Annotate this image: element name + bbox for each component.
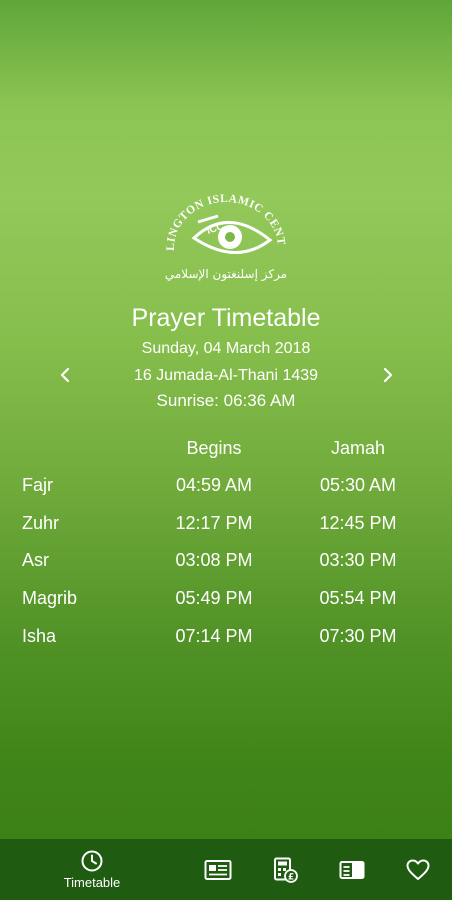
prayer-timetable-screen: ISLINGTON ISLAMIC CENTRE ICC مركز إسلنغت… <box>0 0 452 900</box>
prayer-name: Magrib <box>22 588 78 609</box>
jamah-time: 05:54 PM <box>319 588 397 609</box>
tab-news[interactable] <box>198 839 238 900</box>
page-title: Prayer Timetable <box>131 304 321 332</box>
next-day-button[interactable] <box>376 363 400 387</box>
table-row: Zuhr 12:17 PM 12:45 PM <box>0 513 452 551</box>
tab-calculator[interactable]: £ <box>265 839 305 900</box>
table-row: Fajr 04:59 AM 05:30 AM <box>0 475 452 513</box>
prayer-name: Isha <box>22 625 57 646</box>
jamah-time: 12:45 PM <box>319 512 397 533</box>
heart-icon <box>406 859 430 880</box>
table-row: Magrib 05:49 PM 05:54 PM <box>0 588 452 626</box>
bottom-navigation: Timetable £ <box>0 839 452 900</box>
prayer-name: Asr <box>22 550 49 571</box>
prayer-name: Zuhr <box>22 512 60 533</box>
tab-favourites[interactable] <box>398 839 438 900</box>
begins-time: 04:59 AM <box>175 475 253 495</box>
svg-text:مركز إسلنغتون الإسلامي: مركز إسلنغتون الإسلامي <box>165 267 287 282</box>
tab-timetable-label: Timetable <box>63 875 121 890</box>
jamah-time: 03:30 PM <box>319 550 397 571</box>
column-header-jamah: Jamah <box>330 438 386 458</box>
begins-time: 03:08 PM <box>175 550 253 571</box>
jamah-time: 05:30 AM <box>319 475 397 495</box>
clock-icon <box>81 850 103 872</box>
prayer-times-table: Fajr 04:59 AM 05:30 AM Zuhr 12:17 PM 12:… <box>0 475 452 663</box>
book-icon <box>339 860 365 879</box>
tab-book[interactable] <box>332 839 372 900</box>
begins-time: 05:49 PM <box>175 588 253 609</box>
calculator-icon: £ <box>274 857 298 883</box>
prayer-name: Fajr <box>22 475 53 495</box>
newspaper-icon <box>204 859 232 880</box>
jamah-time: 07:30 PM <box>319 625 397 646</box>
sunrise-time: Sunrise: 06:36 AM <box>156 391 296 410</box>
begins-time: 07:14 PM <box>175 625 253 646</box>
table-row: Asr 03:08 PM 03:30 PM <box>0 550 452 588</box>
table-row: Isha 07:14 PM 07:30 PM <box>0 626 452 664</box>
chevron-right-icon <box>383 367 393 383</box>
gregorian-date: Sunday, 04 March 2018 <box>141 340 311 357</box>
begins-time: 12:17 PM <box>175 512 253 533</box>
svg-text:£: £ <box>288 872 294 882</box>
column-header-begins: Begins <box>186 438 242 458</box>
islington-islamic-centre-logo: ISLINGTON ISLAMIC CENTRE ICC مركز إسلنغت… <box>160 186 292 282</box>
tab-timetable[interactable]: Timetable <box>52 839 132 900</box>
